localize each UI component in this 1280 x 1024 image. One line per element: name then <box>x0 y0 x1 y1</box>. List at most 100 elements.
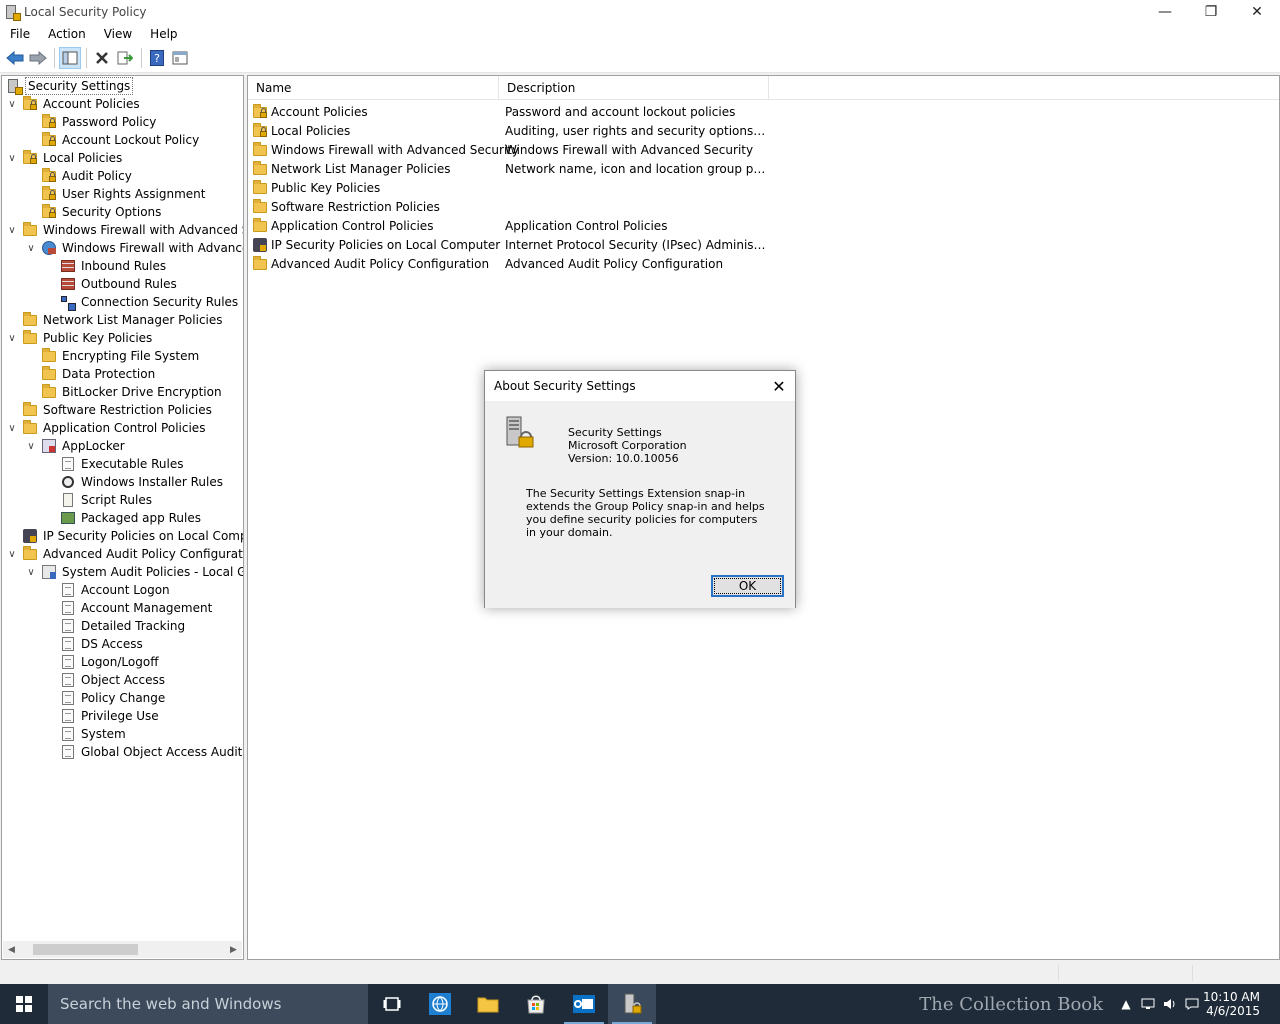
tree-item[interactable]: Account Logon <box>44 581 172 599</box>
list-item[interactable]: Application Control Policies Application … <box>252 216 767 235</box>
outlook-icon[interactable] <box>560 984 608 1024</box>
tree-item[interactable]: ∨ Application Control Policies <box>6 419 207 437</box>
show-hide-tree-icon[interactable] <box>59 47 81 69</box>
dialog-close-button[interactable]: ✕ <box>767 375 791 397</box>
tree-item[interactable]: System <box>44 725 128 743</box>
column-header-name[interactable]: Name <box>248 76 499 100</box>
scroll-right-icon[interactable]: ▶ <box>225 941 242 958</box>
internet-explorer-icon[interactable] <box>416 984 464 1024</box>
tree-item[interactable]: Global Object Access Auditing <box>44 743 243 761</box>
forward-icon[interactable] <box>27 47 49 69</box>
tree-item[interactable]: Software Restriction Policies <box>6 401 214 419</box>
tree-item[interactable]: ∨ Windows Firewall with Advanced Secu <box>6 221 243 239</box>
menu-action[interactable]: Action <box>38 27 94 41</box>
list-item[interactable]: Local Policies Auditing, user rights and … <box>252 121 767 140</box>
locked-folder-icon <box>41 168 57 184</box>
tree-item[interactable]: Account Management <box>44 599 214 617</box>
search-box[interactable]: Search the web and Windows <box>48 984 368 1024</box>
menu-help[interactable]: Help <box>140 27 185 41</box>
list-item[interactable]: Advanced Audit Policy Configuration Advan… <box>252 254 767 273</box>
tree-item[interactable]: Detailed Tracking <box>44 617 187 635</box>
show-hidden-icons-icon[interactable]: ▲ <box>1115 984 1137 1024</box>
expand-chevron-icon[interactable]: ∨ <box>6 95 18 113</box>
tree-item[interactable]: Outbound Rules <box>44 275 179 293</box>
tree-item[interactable]: DS Access <box>44 635 145 653</box>
tree-item[interactable]: Logon/Logoff <box>44 653 160 671</box>
help-icon[interactable]: ? <box>146 47 168 69</box>
tree-item[interactable]: ∨ System Audit Policies - Local Grou <box>25 563 243 581</box>
tree-item[interactable]: Encrypting File System <box>25 347 201 365</box>
tree-item[interactable]: Packaged app Rules <box>44 509 203 527</box>
tree-item[interactable]: Privilege Use <box>44 707 161 725</box>
tree-item[interactable]: BitLocker Drive Encryption <box>25 383 224 401</box>
delete-icon[interactable] <box>91 47 113 69</box>
tree-item[interactable]: Policy Change <box>44 689 167 707</box>
list-item[interactable]: Public Key Policies <box>252 178 767 197</box>
expand-chevron-icon[interactable]: ∨ <box>6 221 18 239</box>
tree-item[interactable]: Script Rules <box>44 491 154 509</box>
horizontal-scrollbar[interactable]: ◀ ▶ <box>3 941 242 958</box>
tree-item[interactable]: ∨ Windows Firewall with Advanced <box>25 239 243 257</box>
expand-chevron-icon[interactable]: ∨ <box>25 239 37 257</box>
expand-chevron-icon[interactable]: ∨ <box>6 545 18 563</box>
action-center-icon[interactable] <box>1181 984 1203 1024</box>
maximize-button[interactable]: ❐ <box>1188 0 1234 23</box>
expand-chevron-icon[interactable]: ∨ <box>6 419 18 437</box>
tree-item[interactable]: Audit Policy <box>25 167 134 185</box>
clock[interactable]: 10:10 AM 4/6/2015 <box>1203 990 1260 1018</box>
properties-icon[interactable] <box>169 47 191 69</box>
tree-item[interactable]: Network List Manager Policies <box>6 311 225 329</box>
export-list-icon[interactable] <box>114 47 136 69</box>
expand-chevron-icon[interactable]: ∨ <box>25 437 37 455</box>
expand-chevron-icon[interactable]: ∨ <box>6 149 18 167</box>
start-button[interactable] <box>0 984 48 1024</box>
ok-button[interactable]: OK <box>711 575 784 597</box>
tree-item[interactable]: Connection Security Rules <box>44 293 240 311</box>
tree-item[interactable]: ∨ Account Policies <box>6 95 142 113</box>
back-icon[interactable] <box>4 47 26 69</box>
expand-chevron-icon[interactable]: ∨ <box>25 563 37 581</box>
tree-item[interactable]: Data Protection <box>25 365 157 383</box>
expand-chevron-icon[interactable]: ∨ <box>6 329 18 347</box>
tree-item[interactable]: ∨ Advanced Audit Policy Configuration <box>6 545 243 563</box>
task-view-icon[interactable] <box>368 984 416 1024</box>
file-explorer-icon[interactable] <box>464 984 512 1024</box>
firewall-icon <box>60 276 76 292</box>
audit-policy-icon <box>60 618 76 634</box>
list-item[interactable]: Software Restriction Policies <box>252 197 767 216</box>
tree-item[interactable]: Inbound Rules <box>44 257 168 275</box>
tree-item[interactable]: Password Policy <box>25 113 158 131</box>
tree-item[interactable]: Windows Installer Rules <box>44 473 225 491</box>
tree-item[interactable]: Executable Rules <box>44 455 185 473</box>
tree-item[interactable]: Object Access <box>44 671 167 689</box>
scroll-thumb[interactable] <box>33 944 138 955</box>
tree-item[interactable]: ∨ Public Key Policies <box>6 329 154 347</box>
security-policy-app-icon[interactable] <box>608 984 656 1024</box>
list-item[interactable]: IP Security Policies on Local Computer In… <box>252 235 767 254</box>
scroll-track[interactable] <box>20 941 225 958</box>
tree-item[interactable]: User Rights Assignment <box>25 185 207 203</box>
network-icon[interactable] <box>1137 984 1159 1024</box>
list-item[interactable]: Network List Manager Policies Network nam… <box>252 159 767 178</box>
tree-item[interactable]: IP Security Policies on Local Compute <box>6 527 243 545</box>
menu-view[interactable]: View <box>94 27 140 41</box>
tree-item[interactable]: ∨ Local Policies <box>6 149 124 167</box>
ipsec-icon <box>22 528 38 544</box>
close-window-button[interactable]: ✕ <box>1234 0 1280 23</box>
menu-file[interactable]: File <box>0 27 38 41</box>
volume-icon[interactable] <box>1159 984 1181 1024</box>
svg-text:?: ? <box>154 52 160 65</box>
list-item[interactable]: Windows Firewall with Advanced Security W… <box>252 140 767 159</box>
minimize-button[interactable]: — <box>1142 0 1188 23</box>
scroll-left-icon[interactable]: ◀ <box>3 941 20 958</box>
store-icon[interactable] <box>512 984 560 1024</box>
tree-item[interactable]: Security Settings <box>6 77 134 95</box>
tree-item[interactable]: Account Lockout Policy <box>25 131 201 149</box>
menu-bar: File Action View Help <box>0 23 1280 44</box>
list-item[interactable]: Account Policies Password and account loc… <box>252 102 767 121</box>
column-header-description[interactable]: Description <box>499 76 769 100</box>
tree-item[interactable]: Security Options <box>25 203 163 221</box>
tree-item[interactable]: ∨ AppLocker <box>25 437 127 455</box>
